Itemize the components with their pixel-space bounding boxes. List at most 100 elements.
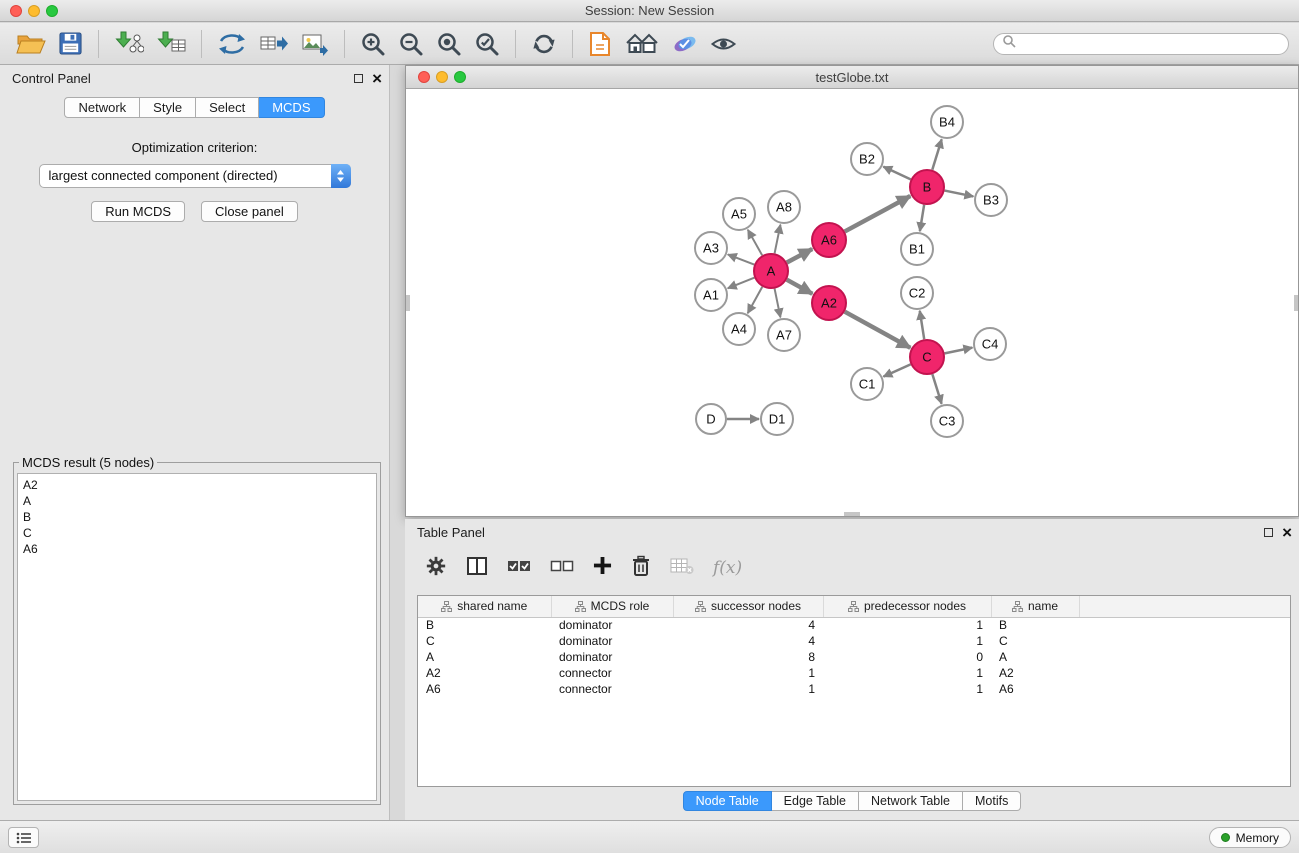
- table-float-panel-icon[interactable]: [1264, 528, 1273, 537]
- table-cell[interactable]: 1: [823, 633, 991, 649]
- search-input[interactable]: [1021, 37, 1280, 51]
- edge-A-A1[interactable]: [728, 278, 755, 289]
- column-header-successor-nodes[interactable]: successor nodes: [673, 596, 823, 617]
- criterion-dropdown[interactable]: largest connected component (directed): [39, 164, 351, 188]
- edge-A-A3[interactable]: [728, 254, 754, 264]
- edge-B-B1[interactable]: [920, 205, 924, 231]
- dropdown-stepper-icon[interactable]: [331, 164, 351, 188]
- validator-icon[interactable]: [666, 27, 704, 61]
- node-A3[interactable]: A3: [695, 232, 727, 264]
- table-row[interactable]: Bdominator41B: [418, 617, 1290, 633]
- network-window-titlebar[interactable]: testGlobe.txt: [406, 66, 1298, 89]
- import-table-icon[interactable]: [150, 27, 192, 61]
- edge-A-A8[interactable]: [775, 225, 781, 254]
- close-panel-icon[interactable]: ×: [372, 68, 382, 90]
- column-header-mcds-role[interactable]: MCDS role: [551, 596, 673, 617]
- node-C3[interactable]: C3: [931, 405, 963, 437]
- node-C2[interactable]: C2: [901, 277, 933, 309]
- node-C1[interactable]: C1: [851, 368, 883, 400]
- node-B[interactable]: B: [910, 170, 944, 204]
- zoom-selected-icon[interactable]: [468, 27, 506, 61]
- node-A[interactable]: A: [754, 254, 788, 288]
- tab-select[interactable]: Select: [196, 97, 259, 118]
- edge-B-B2[interactable]: [883, 167, 910, 180]
- network-canvas-area[interactable]: B4B2BB3A8A5A6B1A3AC2A1A2A4A7C4CC1DD1C3: [406, 90, 1298, 516]
- table-close-panel-icon[interactable]: ×: [1282, 522, 1292, 544]
- node-A8[interactable]: A8: [768, 191, 800, 223]
- export-image-icon[interactable]: [295, 27, 335, 61]
- edge-C-C1[interactable]: [883, 364, 910, 376]
- select-all-icon[interactable]: [507, 559, 531, 578]
- node-A5[interactable]: A5: [723, 198, 755, 230]
- tab-style[interactable]: Style: [140, 97, 196, 118]
- table-cell[interactable]: A6: [991, 681, 1079, 697]
- table-cell[interactable]: A6: [418, 681, 551, 697]
- maximize-button[interactable]: [46, 5, 58, 17]
- tab-network-table[interactable]: Network Table: [859, 791, 963, 811]
- node-B3[interactable]: B3: [975, 184, 1007, 216]
- column-header-predecessor-nodes[interactable]: predecessor nodes: [823, 596, 991, 617]
- table-cell[interactable]: C: [418, 633, 551, 649]
- result-item[interactable]: C: [23, 525, 371, 541]
- tab-edge-table[interactable]: Edge Table: [772, 791, 859, 811]
- float-panel-icon[interactable]: [354, 74, 363, 83]
- table-cell[interactable]: 0: [823, 649, 991, 665]
- table-cell[interactable]: 1: [823, 665, 991, 681]
- table-cell[interactable]: 8: [673, 649, 823, 665]
- zoom-in-icon[interactable]: [354, 27, 392, 61]
- run-mcds-button[interactable]: Run MCDS: [91, 201, 185, 222]
- refresh-layout-icon[interactable]: [525, 27, 563, 61]
- table-row[interactable]: A6connector11A6: [418, 681, 1290, 697]
- node-A1[interactable]: A1: [695, 279, 727, 311]
- result-item[interactable]: A: [23, 493, 371, 509]
- close-panel-button[interactable]: Close panel: [201, 201, 298, 222]
- table-cell[interactable]: C: [991, 633, 1079, 649]
- node-A2[interactable]: A2: [812, 286, 846, 320]
- edge-B-B3[interactable]: [945, 191, 974, 197]
- pane-handle[interactable]: [1294, 295, 1298, 311]
- node-C[interactable]: C: [910, 340, 944, 374]
- delete-row-icon[interactable]: [631, 555, 651, 582]
- node-A7[interactable]: A7: [768, 319, 800, 351]
- edge-A-A7[interactable]: [775, 289, 781, 318]
- tab-motifs[interactable]: Motifs: [963, 791, 1021, 811]
- tab-node-table[interactable]: Node Table: [683, 791, 772, 811]
- show-column-icon[interactable]: [466, 556, 488, 581]
- memory-button[interactable]: Memory: [1209, 827, 1291, 848]
- table-cell[interactable]: 1: [823, 681, 991, 697]
- table-cell[interactable]: 1: [673, 665, 823, 681]
- edge-C-C3[interactable]: [932, 374, 941, 404]
- edge-A-A4[interactable]: [748, 287, 763, 313]
- edge-A-A6[interactable]: [787, 249, 812, 263]
- toolbar-search[interactable]: [993, 33, 1289, 55]
- pane-handle[interactable]: [844, 512, 860, 516]
- home-icon[interactable]: [618, 27, 666, 61]
- edge-C-C4[interactable]: [945, 348, 973, 354]
- node-D[interactable]: D: [696, 404, 726, 434]
- result-item[interactable]: B: [23, 509, 371, 525]
- network-transfer-icon[interactable]: [211, 27, 253, 61]
- result-item[interactable]: A6: [23, 541, 371, 557]
- node-table-container[interactable]: shared name MCDS role successor nodes pr…: [417, 595, 1291, 787]
- table-cell[interactable]: A: [418, 649, 551, 665]
- export-network-icon[interactable]: [253, 27, 295, 61]
- edge-A6-B[interactable]: [845, 196, 910, 231]
- show-graphics-details-icon[interactable]: [704, 27, 743, 61]
- close-button[interactable]: [10, 5, 22, 17]
- table-cell[interactable]: connector: [551, 681, 673, 697]
- column-header-shared-name[interactable]: shared name: [418, 596, 551, 617]
- network-minimize-button[interactable]: [436, 71, 448, 83]
- add-row-icon[interactable]: [593, 556, 612, 580]
- node-B2[interactable]: B2: [851, 143, 883, 175]
- table-cell[interactable]: A2: [991, 665, 1079, 681]
- node-D1[interactable]: D1: [761, 403, 793, 435]
- network-maximize-button[interactable]: [454, 71, 466, 83]
- table-cell[interactable]: dominator: [551, 649, 673, 665]
- mcds-result-list[interactable]: A2ABCA6: [17, 473, 377, 801]
- node-A4[interactable]: A4: [723, 313, 755, 345]
- edge-A-A2[interactable]: [787, 280, 813, 294]
- open-session-icon[interactable]: [10, 27, 52, 61]
- network-close-button[interactable]: [418, 71, 430, 83]
- tab-mcds[interactable]: MCDS: [259, 97, 324, 118]
- table-cell[interactable]: B: [991, 617, 1079, 633]
